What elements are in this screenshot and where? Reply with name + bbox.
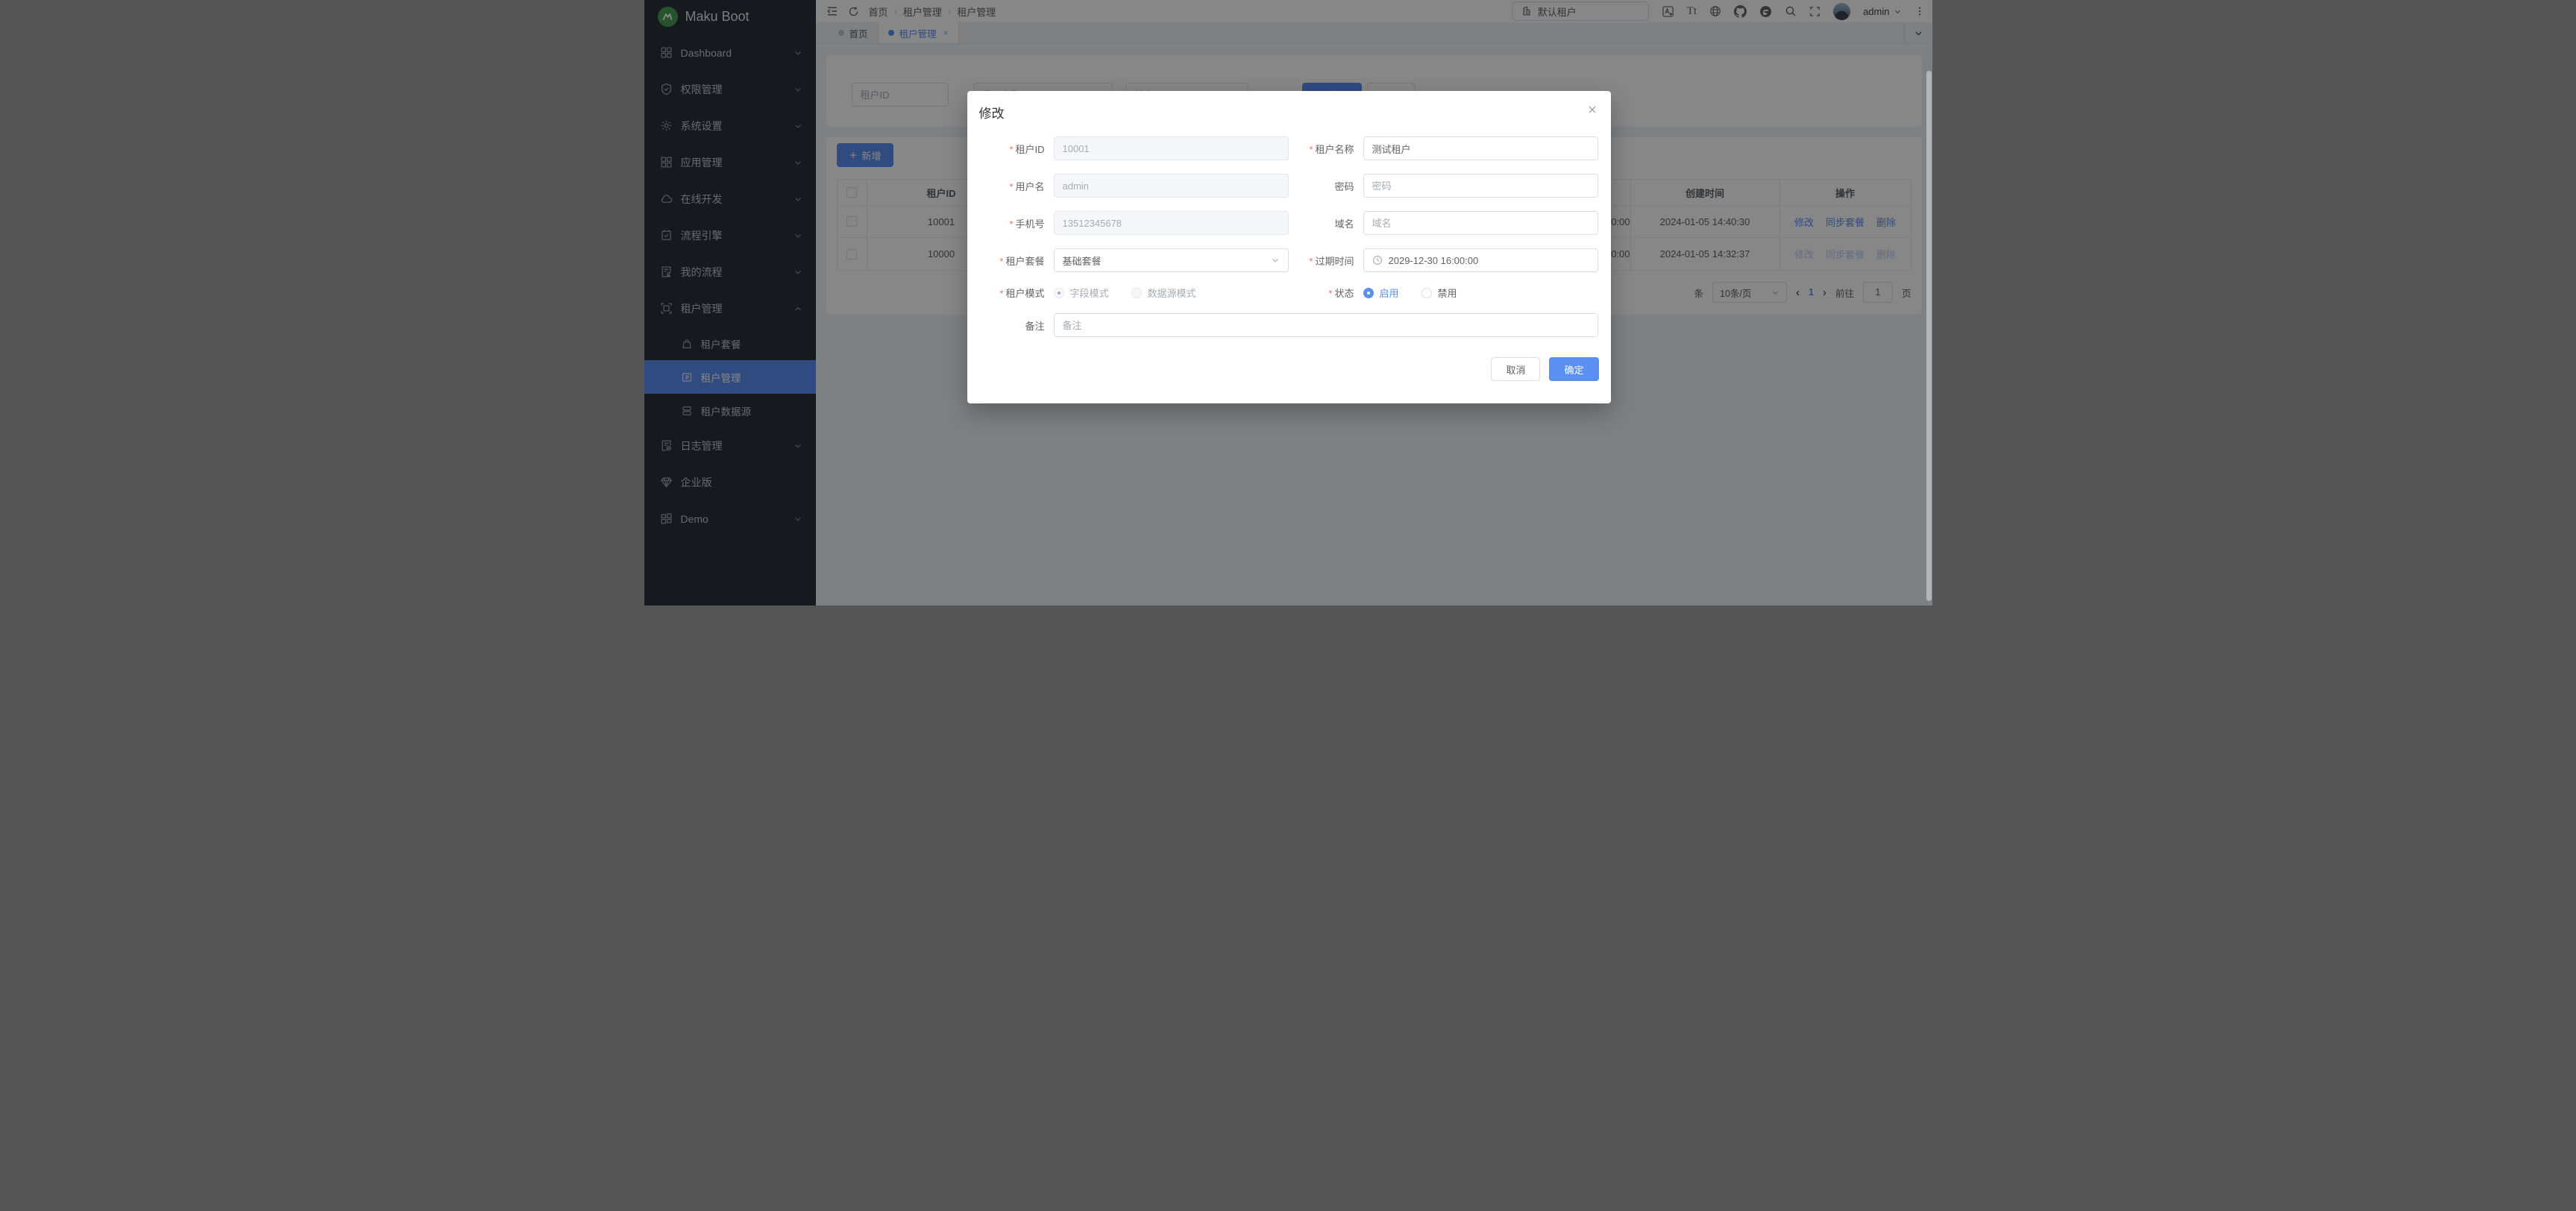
domain-label: 域名 (1289, 216, 1363, 230)
radio-icon (1421, 288, 1432, 298)
tenant-id-label: 租户ID (979, 142, 1054, 156)
remark-field[interactable] (1054, 313, 1598, 337)
package-select-value: 基础套餐 (1063, 254, 1102, 268)
confirm-button[interactable]: 确定 (1549, 357, 1598, 381)
edit-tenant-dialog: 修改 租户ID 租户名称 用户名 (967, 91, 1611, 403)
close-icon[interactable] (1586, 103, 1599, 116)
enabled-radio[interactable]: 启用 (1363, 286, 1399, 300)
radio-icon (1363, 288, 1374, 298)
app-window: Maku Boot Dashboard 权限管理 系统设置 应用管理 (644, 0, 1932, 606)
mobile-label: 手机号 (979, 216, 1054, 230)
expire-time-value: 2029-12-30 16:00:00 (1389, 255, 1479, 266)
mobile-field[interactable] (1054, 211, 1289, 235)
radio-icon (1131, 288, 1142, 298)
tenant-mode-radio-group: 字段模式 数据源模式 (1054, 286, 1289, 300)
status-label: 状态 (1289, 286, 1363, 300)
clock-icon (1372, 255, 1383, 265)
dialog-form: 租户ID 租户名称 用户名 密码 (979, 136, 1599, 337)
password-label: 密码 (1289, 179, 1363, 193)
disabled-radio[interactable]: 禁用 (1421, 286, 1457, 300)
package-label: 租户套餐 (979, 254, 1054, 268)
dialog-footer: 取消 确定 (979, 357, 1599, 381)
tenant-id-field[interactable] (1054, 136, 1289, 160)
remark-label: 备注 (979, 318, 1054, 333)
scrollbar[interactable] (1926, 71, 1932, 601)
radio-icon (1054, 288, 1064, 298)
username-label: 用户名 (979, 179, 1054, 193)
cancel-button[interactable]: 取消 (1491, 357, 1540, 381)
username-field[interactable] (1054, 174, 1289, 198)
field-mode-radio[interactable]: 字段模式 (1054, 286, 1109, 300)
dialog-title: 修改 (979, 103, 1005, 122)
expire-time-label: 过期时间 (1289, 254, 1363, 268)
domain-field[interactable] (1363, 211, 1598, 235)
package-select[interactable]: 基础套餐 (1054, 248, 1289, 272)
tenant-name-field[interactable] (1363, 136, 1598, 160)
expire-time-picker[interactable]: 2029-12-30 16:00:00 (1363, 248, 1598, 272)
dialog-header: 修改 (979, 103, 1599, 122)
datasource-mode-radio[interactable]: 数据源模式 (1131, 286, 1196, 300)
tenant-name-label: 租户名称 (1289, 142, 1363, 156)
password-field[interactable] (1363, 174, 1598, 198)
tenant-mode-label: 租户模式 (979, 286, 1054, 300)
status-radio-group: 启用 禁用 (1363, 286, 1598, 300)
chevron-down-icon (1271, 256, 1280, 265)
